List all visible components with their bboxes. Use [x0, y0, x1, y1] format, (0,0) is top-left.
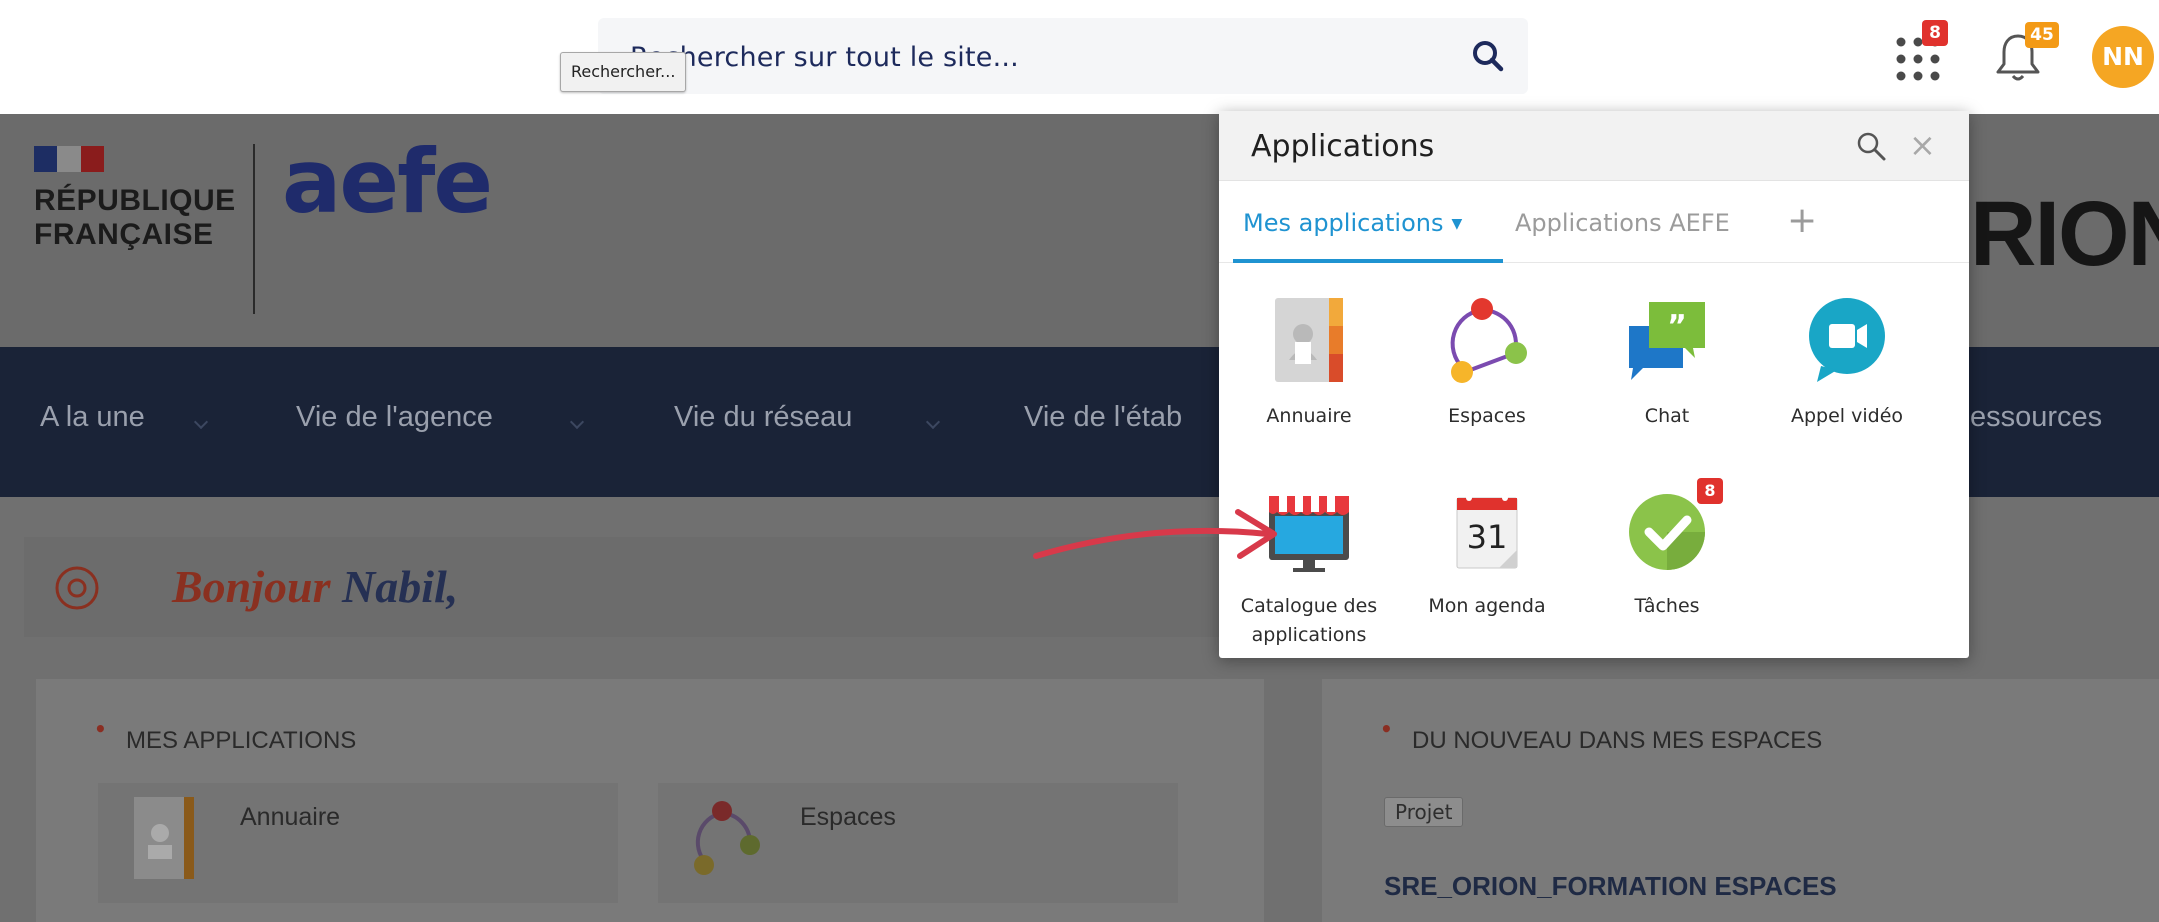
card-title: DU NOUVEAU DANS MES ESPACES	[1412, 727, 1823, 754]
my-app-label: Espaces	[800, 803, 896, 831]
search-icon[interactable]	[1470, 38, 1506, 74]
tasks-count-badge: 8	[1697, 478, 1723, 504]
rf-motto	[34, 258, 37, 312]
greeting-name: Nabil,	[342, 561, 459, 612]
chevron-down-icon	[925, 414, 941, 430]
calendar-icon: 31	[1456, 495, 1518, 569]
nav-item-vie-reseau[interactable]: Vie du réseau	[674, 401, 852, 434]
annotation-arrow	[1033, 509, 1277, 559]
app-label: Annuaire	[1266, 405, 1352, 427]
app-label: Mon agenda	[1428, 595, 1546, 617]
news-item-title[interactable]: SRE_ORION_FORMATION ESPACES	[1384, 871, 1837, 902]
panel-header: Applications ×	[1219, 111, 1969, 181]
nav-item-vie-agence[interactable]: Vie de l'agence	[296, 401, 493, 434]
avatar[interactable]: NN	[2092, 26, 2154, 88]
app-label: Appel vidéo	[1790, 405, 1904, 427]
app-espaces[interactable]: Espaces	[1399, 296, 1575, 427]
card-title: MES APPLICATIONS	[126, 727, 357, 754]
search-tooltip: Rechercher...	[560, 52, 687, 92]
app-label: Chat	[1644, 405, 1690, 427]
top-bar: Rechercher sur tout le site... Recherche…	[0, 0, 2159, 114]
caret-down-icon: ▼	[1451, 216, 1463, 232]
news-in-spaces-card: • DU NOUVEAU DANS MES ESPACES Projet SRE…	[1322, 679, 2159, 922]
rf-line-1: RÉPUBLIQUE	[34, 184, 236, 217]
address-book-icon	[1275, 298, 1343, 382]
panel-title: Applications	[1251, 129, 1435, 164]
my-app-espaces[interactable]: Espaces	[658, 783, 1178, 903]
close-icon[interactable]: ×	[1909, 125, 1936, 165]
my-app-label: Annuaire	[240, 803, 341, 831]
at-sign-icon	[55, 566, 99, 610]
card-bullet: •	[94, 717, 107, 741]
tab-label: Mes applications	[1243, 209, 1444, 237]
republique-francaise-logo: RÉPUBLIQUE FRANÇAISE	[34, 146, 244, 336]
aefe-logo[interactable]: aefe	[282, 138, 493, 226]
tab-mes-applications[interactable]: Mes applications ▼	[1243, 209, 1462, 237]
app-label: Espaces	[1448, 405, 1526, 427]
app-label: Tâches	[1634, 595, 1700, 617]
add-tab-button[interactable]: +	[1787, 201, 1817, 241]
search-input[interactable]: Rechercher sur tout le site...	[598, 18, 1528, 94]
greeting-hello: Bonjour	[172, 561, 331, 612]
search-icon[interactable]	[1854, 129, 1888, 163]
spaces-network-icon	[694, 801, 760, 875]
my-applications-card: • MES APPLICATIONS Annuaire Espaces	[36, 679, 1264, 922]
app-annuaire[interactable]: Annuaire	[1221, 296, 1397, 427]
rf-line-2: FRANÇAISE	[34, 218, 214, 251]
chevron-down-icon	[193, 414, 209, 430]
chevron-down-icon	[569, 414, 585, 430]
my-app-annuaire[interactable]: Annuaire	[98, 783, 618, 903]
nav-item-a-la-une[interactable]: A la une	[40, 401, 145, 434]
logo-divider	[253, 144, 255, 314]
nav-item-vie-etablissement[interactable]: Vie de l'étab	[1024, 401, 1182, 434]
app-label: Catalogue des applications	[1240, 595, 1378, 646]
search-placeholder: Rechercher sur tout le site...	[630, 42, 1019, 73]
calendar-day: 31	[1467, 518, 1508, 556]
svg-text:”: ”	[1667, 309, 1687, 344]
video-call-icon	[1809, 298, 1885, 382]
app-appel-video[interactable]: Appel vidéo	[1759, 296, 1935, 427]
chat-bubble-icon: ”	[1629, 302, 1705, 380]
app-mon-agenda[interactable]: 31 Mon agenda	[1399, 486, 1575, 617]
nav-item-ressources[interactable]: essources	[1970, 401, 2102, 434]
tab-applications-aefe[interactable]: Applications AEFE	[1515, 209, 1730, 237]
app-chat[interactable]: ” Chat	[1579, 296, 1755, 427]
panel-tabs: Mes applications ▼ Applications AEFE +	[1219, 183, 1969, 263]
apps-count-badge: 8	[1922, 20, 1948, 46]
notifications-badge: 45	[2025, 22, 2059, 48]
project-tag: Projet	[1384, 797, 1464, 827]
greeting-text: Bonjour Nabil,	[172, 560, 458, 613]
card-bullet: •	[1380, 717, 1393, 741]
app-taches[interactable]: 8 Tâches	[1579, 478, 1755, 617]
active-tab-indicator	[1233, 259, 1503, 263]
applications-panel: Applications × Mes applications ▼ Applica…	[1219, 111, 1969, 658]
flag-icon	[34, 146, 104, 172]
orion-logo: RION	[1970, 183, 2159, 285]
spaces-network-icon	[1450, 298, 1527, 383]
address-book-icon	[134, 797, 194, 879]
